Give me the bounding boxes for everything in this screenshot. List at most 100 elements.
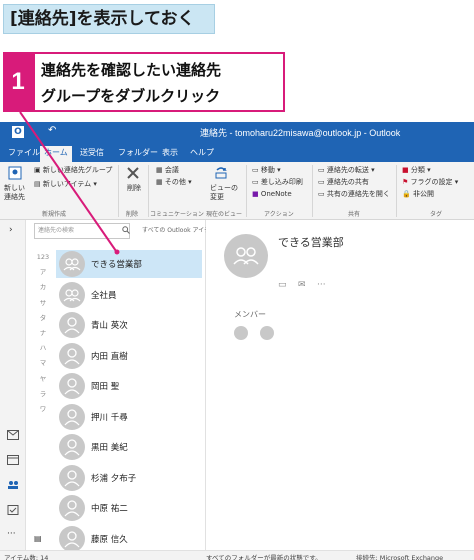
tab-send-receive[interactable]: 送受信 bbox=[76, 146, 108, 162]
group-label-share: 共有 bbox=[348, 211, 361, 218]
delete-icon bbox=[127, 167, 139, 179]
step-callout: 連絡先を確認したい連絡先 グループをダブルクリック bbox=[33, 52, 285, 112]
index-letter[interactable]: マ bbox=[36, 356, 50, 371]
other-button[interactable]: ▦ その他 ▾ bbox=[156, 178, 192, 187]
member-avatar[interactable] bbox=[260, 326, 274, 340]
contact-row[interactable]: 杉浦 夕布子 bbox=[56, 464, 202, 492]
ribbon-divider bbox=[396, 165, 397, 217]
chat-icon[interactable]: ▭ bbox=[278, 280, 287, 290]
contact-list-pane: 連絡先の検索 すべての Outlook アイテム ▾ 123 ア カ サ タ ナ… bbox=[26, 220, 221, 553]
person-icon bbox=[59, 434, 85, 460]
group-icon bbox=[59, 281, 85, 308]
contact-name: 押川 千尋 bbox=[91, 412, 128, 423]
private-button[interactable]: 🔒 非公開 bbox=[402, 190, 434, 199]
tasks-icon[interactable] bbox=[7, 505, 19, 515]
member-avatar[interactable] bbox=[234, 326, 248, 340]
index-letter[interactable]: ナ bbox=[36, 326, 50, 341]
group-name-heading: できる営業部 bbox=[278, 236, 344, 249]
people-icon[interactable] bbox=[7, 480, 19, 490]
meeting-label: 会議 bbox=[164, 166, 179, 174]
new-contact-group-button[interactable]: ▣ 新しい連絡先グループ bbox=[34, 166, 112, 175]
index-letter[interactable]: ラ bbox=[36, 387, 50, 402]
contact-group-row[interactable]: できる営業部 bbox=[56, 250, 202, 278]
ribbon-tabs: ファイル ホーム 送受信 フォルダー 表示 ヘルプ bbox=[0, 144, 474, 162]
contact-name: 青山 英次 bbox=[91, 321, 128, 331]
forward-contact-button[interactable]: ▭ 連絡先の転送 ▾ bbox=[318, 166, 375, 175]
change-view-button[interactable]: ビューの 変更 bbox=[210, 184, 238, 202]
contact-row[interactable]: 岡田 聖 bbox=[56, 372, 202, 400]
more-icon[interactable]: ··· bbox=[317, 280, 326, 290]
tab-view[interactable]: 表示 bbox=[158, 146, 182, 162]
meeting-button[interactable]: ▦ 会議 bbox=[156, 166, 179, 175]
group-label-current-view: 現在のビュー bbox=[206, 211, 243, 218]
group-avatar-icon bbox=[224, 234, 268, 278]
title-bar: O ↶ 連絡先 - tomoharu22misawa@outlook.jp - … bbox=[0, 122, 474, 144]
mail-icon[interactable]: ✉ bbox=[298, 280, 306, 290]
tab-file[interactable]: ファイル bbox=[4, 146, 44, 162]
step-line-2: グループをダブルクリック bbox=[41, 87, 221, 105]
window-title: 連絡先 - tomoharu22misawa@outlook.jp - Outl… bbox=[200, 128, 401, 138]
index-letter[interactable]: ヤ bbox=[36, 372, 50, 387]
index-letter[interactable]: タ bbox=[36, 311, 50, 326]
mail-merge-label: 差し込み印刷 bbox=[260, 178, 303, 186]
group-label-actions: アクション bbox=[264, 211, 294, 218]
follow-up-button[interactable]: ⚑ フラグの設定 ▾ bbox=[402, 178, 458, 187]
new-items-button[interactable]: ▤ 新しいアイテム ▾ bbox=[34, 180, 97, 189]
contact-row[interactable]: 中原 祐二 bbox=[56, 494, 202, 522]
delete-button[interactable]: 削除 bbox=[127, 184, 141, 193]
ribbon-divider bbox=[246, 165, 247, 217]
contact-row[interactable]: 内田 直樹 bbox=[56, 342, 202, 370]
move-button[interactable]: ▭ 移動 ▾ bbox=[252, 166, 281, 175]
index-letter[interactable]: カ bbox=[36, 280, 50, 295]
new-contact-button[interactable]: 新しい 連絡先 bbox=[4, 184, 25, 202]
section-tag: [連絡先]を表示しておく bbox=[3, 4, 215, 34]
index-letter[interactable]: ワ bbox=[36, 402, 50, 417]
forward-label: 連絡先の転送 bbox=[326, 166, 369, 174]
calendar-icon[interactable] bbox=[7, 455, 19, 465]
alphabet-index: 123 ア カ サ タ ナ ハ マ ヤ ラ ワ bbox=[36, 250, 50, 417]
person-icon bbox=[59, 312, 85, 338]
more-apps-icon[interactable]: ··· bbox=[7, 530, 16, 539]
contact-row[interactable]: 青山 英次 bbox=[56, 311, 202, 339]
new-items-label: 新しいアイテム bbox=[42, 180, 92, 188]
contact-group-row[interactable]: 全社員 bbox=[56, 281, 202, 309]
person-icon bbox=[59, 495, 85, 521]
contact-name: 杉浦 夕布子 bbox=[91, 473, 137, 484]
group-icon bbox=[59, 251, 85, 277]
sync-status: すべてのフォルダーが最新の状態です。 bbox=[206, 554, 322, 560]
index-letter[interactable]: サ bbox=[36, 296, 50, 311]
share-label: 連絡先の共有 bbox=[326, 178, 369, 186]
share-contacts-button[interactable]: ▭ 連絡先の共有 bbox=[318, 178, 369, 187]
contact-name: 全社員 bbox=[91, 290, 117, 301]
onenote-button[interactable]: ■ OneNote bbox=[252, 190, 292, 199]
search-icon[interactable] bbox=[122, 226, 130, 234]
move-label: 移動 bbox=[260, 166, 275, 174]
contact-card-icon[interactable]: ▤ bbox=[34, 534, 42, 543]
tab-folder[interactable]: フォルダー bbox=[114, 146, 162, 162]
index-letter[interactable]: 123 bbox=[36, 250, 50, 265]
undo-icon[interactable]: ↶ bbox=[48, 125, 56, 136]
contact-row[interactable]: 黒田 美紀 bbox=[56, 433, 202, 461]
step-line-1: 連絡先を確認したい連絡先 bbox=[41, 61, 222, 79]
ribbon-divider bbox=[148, 165, 149, 217]
person-icon bbox=[59, 373, 85, 399]
contact-name: 藤原 信久 bbox=[91, 534, 128, 545]
ribbon: 新しい 連絡先 ▣ 新しい連絡先グループ ▤ 新しいアイテム ▾ 新規作成 削除… bbox=[0, 162, 474, 220]
index-letter[interactable]: ハ bbox=[36, 341, 50, 356]
expand-folder-pane-icon[interactable]: › bbox=[9, 226, 13, 235]
categorize-button[interactable]: ■ 分類 ▾ bbox=[402, 166, 431, 175]
contact-search-input[interactable]: 連絡先の検索 bbox=[34, 223, 130, 239]
tab-home[interactable]: ホーム bbox=[40, 146, 72, 162]
index-letter[interactable]: ア bbox=[36, 265, 50, 280]
mail-icon[interactable] bbox=[7, 430, 19, 440]
contact-name: 岡田 聖 bbox=[91, 382, 120, 392]
contact-row[interactable]: 藤原 信久 bbox=[56, 525, 202, 553]
mail-merge-button[interactable]: ▭ 差し込み印刷 bbox=[252, 178, 303, 187]
new-contact-icon bbox=[8, 166, 22, 180]
open-shared-contacts-button[interactable]: ▭ 共有の連絡先を開く bbox=[318, 190, 390, 199]
person-icon bbox=[59, 464, 85, 491]
contact-name: 中原 祐二 bbox=[91, 504, 128, 514]
tab-help[interactable]: ヘルプ bbox=[186, 146, 218, 162]
connection-status: 接続先: Microsoft Exchange bbox=[356, 554, 444, 560]
contact-row[interactable]: 押川 千尋 bbox=[56, 403, 202, 431]
